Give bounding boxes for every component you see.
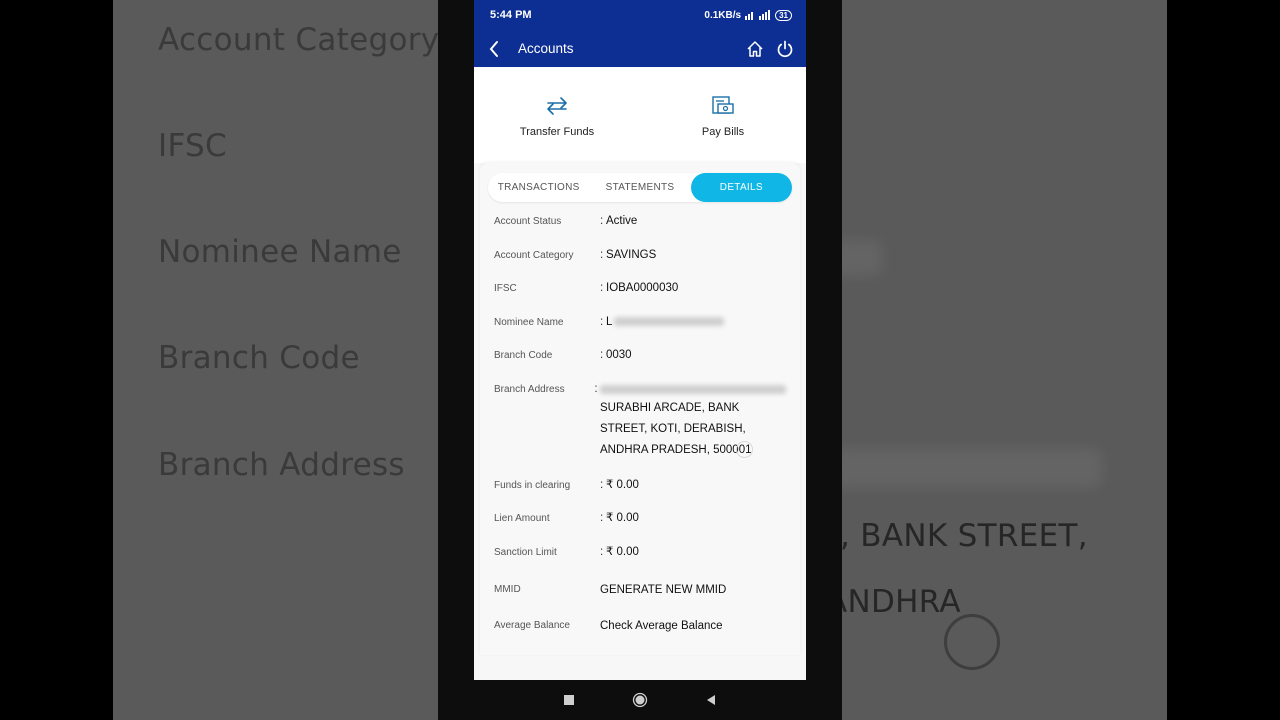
back-button-icon[interactable] — [705, 694, 717, 706]
branch-address-text: SURABHI ARCADE, BANK STREET, KOTI, DERAB… — [600, 401, 752, 456]
detail-value: L — [606, 312, 786, 350]
detail-label: Account Status — [494, 216, 562, 227]
background-left: Account Category IFSC Nominee Name Branc… — [113, 0, 438, 720]
transfer-funds-button[interactable]: Transfer Funds — [497, 94, 617, 138]
bg-label: Branch Address — [158, 447, 405, 483]
redacted-text — [614, 316, 725, 326]
detail-label: Branch Address — [494, 383, 565, 395]
detail-label: Sanction Limit — [494, 546, 557, 558]
detail-label: Average Balance — [494, 619, 570, 631]
power-icon[interactable] — [776, 40, 794, 58]
bg-spinner — [944, 614, 1000, 670]
quick-actions: Transfer Funds Pay Bills — [474, 67, 806, 163]
phone-frame: 5:44 PM 0.1KB/s 31 Accounts Transfer Fun… — [438, 0, 842, 720]
account-details-card: TRANSACTIONS STATEMENTS DETAILS Account … — [480, 163, 800, 655]
detail-row-branch-address: Branch Address : SURABHI ARCADE, BANK ST… — [494, 383, 786, 479]
detail-value: ₹ 0.00 — [606, 545, 639, 558]
app-screen: 5:44 PM 0.1KB/s 31 Accounts Transfer Fun… — [474, 0, 806, 680]
bg-address-line: ANDHRA — [842, 584, 961, 620]
bg-label: IFSC — [158, 128, 227, 164]
bg-label: Branch Code — [158, 340, 360, 376]
detail-value: Active — [606, 215, 638, 227]
bg-blurred-text — [842, 240, 882, 276]
android-nav-bar — [474, 680, 806, 720]
detail-label: Branch Code — [494, 350, 553, 361]
background-right: , BANK STREET, ANDHRA — [842, 0, 1167, 720]
nominee-initial: L — [606, 315, 613, 328]
detail-label: Funds in clearing — [494, 479, 571, 491]
back-arrow-icon[interactable] — [488, 40, 500, 58]
check-average-balance-link[interactable]: Check Average Balance — [600, 616, 786, 655]
detail-row-funds-in-clearing: Funds in clearing : ₹ 0.00 — [494, 479, 786, 513]
transfer-funds-label: Transfer Funds — [519, 126, 595, 138]
loading-spinner — [736, 441, 753, 458]
bg-label: Account Category — [158, 22, 438, 58]
detail-label: Nominee Name — [494, 316, 564, 328]
signal-icon — [745, 10, 771, 20]
detail-row-account-category: Account Category : SAVINGS — [494, 249, 786, 283]
detail-row-average-balance: Average Balance Check Average Balance — [494, 619, 786, 655]
recent-apps-icon[interactable] — [563, 694, 575, 706]
page-title: Accounts — [518, 41, 574, 56]
detail-row-mmid: MMID GENERATE NEW MMID — [494, 583, 786, 619]
detail-label: MMID — [494, 583, 521, 595]
transfer-icon — [547, 97, 567, 115]
status-indicators: 0.1KB/s 31 — [704, 9, 792, 21]
generate-mmid-link[interactable]: GENERATE NEW MMID — [600, 580, 786, 619]
bg-label: Nominee Name — [158, 234, 402, 270]
detail-label: IFSC — [494, 283, 517, 294]
detail-row-ifsc: IFSC : IOBA0000030 — [494, 282, 786, 316]
tab-details[interactable]: DETAILS — [690, 173, 792, 202]
detail-value: ₹ 0.00 — [606, 478, 639, 491]
detail-row-account-status: Account Status : Active — [494, 215, 786, 249]
detail-row-branch-code: Branch Code : 0030 — [494, 349, 786, 383]
details-list: Account Status : Active Account Category… — [488, 215, 792, 655]
bg-blurred-text — [842, 448, 1102, 488]
network-speed: 0.1KB/s — [704, 9, 742, 21]
tab-transactions[interactable]: TRANSACTIONS — [488, 173, 589, 202]
detail-row-nominee-name: Nominee Name : L — [494, 316, 786, 350]
tab-bar: TRANSACTIONS STATEMENTS DETAILS — [488, 173, 792, 202]
detail-row-sanction-limit: Sanction Limit : ₹ 0.00 — [494, 546, 786, 583]
detail-row-lien-amount: Lien Amount : ₹ 0.00 — [494, 512, 786, 546]
redacted-text — [600, 384, 786, 394]
detail-value: IOBA0000030 — [606, 282, 679, 294]
status-time: 5:44 PM — [490, 9, 532, 21]
detail-value: SURABHI ARCADE, BANK STREET, KOTI, DERAB… — [600, 379, 786, 479]
detail-value: SAVINGS — [606, 248, 657, 261]
app-bar: Accounts — [474, 30, 806, 67]
detail-value: ₹ 0.00 — [606, 512, 639, 524]
bill-icon — [712, 96, 734, 114]
tab-statements[interactable]: STATEMENTS — [589, 173, 690, 202]
pay-bills-label: Pay Bills — [701, 126, 745, 138]
pay-bills-button[interactable]: Pay Bills — [663, 94, 783, 138]
battery-icon: 31 — [775, 9, 792, 21]
home-icon[interactable] — [746, 40, 764, 58]
detail-value: 0030 — [606, 349, 632, 361]
status-bar: 5:44 PM 0.1KB/s 31 — [474, 0, 806, 30]
home-button-icon[interactable] — [632, 692, 648, 708]
detail-label: Lien Amount — [494, 513, 550, 524]
bg-address-line: , BANK STREET, — [842, 518, 1088, 554]
detail-label: Account Category — [494, 249, 574, 261]
